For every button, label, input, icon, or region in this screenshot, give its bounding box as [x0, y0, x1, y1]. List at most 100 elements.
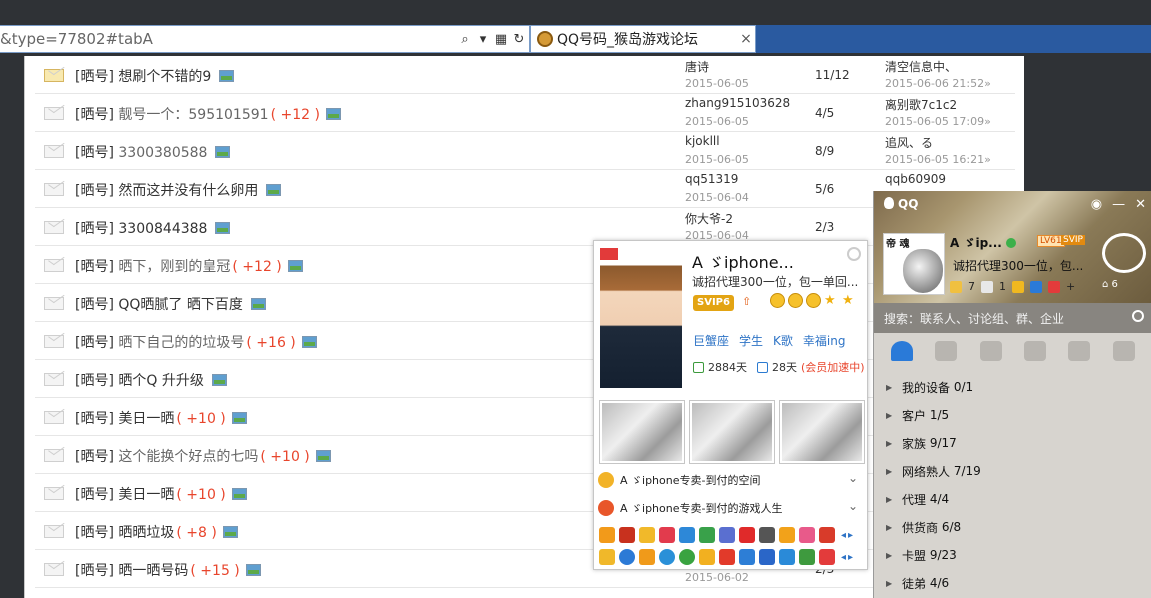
contact-group[interactable]: ▶ 客户 1/5 — [874, 401, 1151, 429]
search-icon[interactable] — [1132, 310, 1144, 322]
thread-title[interactable]: [晒号] 晒个Q 升升级 — [75, 370, 227, 390]
penguin-icon[interactable] — [599, 527, 615, 543]
contact-group[interactable]: ▶ 代理 4/4 — [874, 485, 1151, 513]
folder-icon[interactable] — [1012, 280, 1024, 293]
expand-arrow-icon[interactable]: ▶ — [886, 551, 902, 560]
expand-arrow-icon[interactable]: ▶ — [886, 467, 902, 476]
thread-title[interactable]: [晒号] 晒晒垃圾( +8 ) — [75, 522, 238, 542]
game-row[interactable]: A ゞiphone专卖-到付的游戏人生 ⌄ — [598, 496, 862, 520]
thread-title-text[interactable]: 晒下，刚到的皇冠 — [118, 259, 230, 275]
qzone-row[interactable]: A ゞiphone专卖-到付的空间 ⌄ — [598, 468, 862, 492]
thread-title[interactable]: [晒号] 晒下自己的的垃圾号( +16 ) — [75, 332, 317, 352]
thread-title[interactable]: [晒号] 想刷个不错的9 — [75, 66, 235, 86]
star-icon[interactable] — [599, 549, 615, 565]
diamond-pink-icon[interactable] — [799, 527, 815, 543]
thread-row[interactable]: [晒号] 3300380588 kjoklll 2015-06-05 8/9 追风、る 2… — [35, 132, 1015, 170]
thread-tag[interactable]: [晒号] — [75, 335, 114, 351]
thread-row[interactable]: [晒号] 晒一晒号码( +15 )2015-06-022/3 — [35, 550, 1015, 588]
search-circle-icon[interactable] — [659, 549, 675, 565]
thread-row[interactable]: [晒号] 晒下自己的的垃圾号( +16 ) — [35, 322, 1015, 360]
skin-icon[interactable]: ◉ — [1091, 197, 1102, 212]
last-post-date[interactable]: 2015-06-05 17:09» — [885, 115, 991, 128]
thread-title-text[interactable]: QQ晒腻了 晒下百度 — [118, 297, 243, 313]
graduation-icon[interactable] — [759, 549, 775, 565]
tab-star-icon[interactable] — [1024, 341, 1047, 361]
diamond-blue-icon[interactable] — [679, 527, 695, 543]
refresh-icon[interactable]: ↻ — [511, 29, 527, 49]
diamond-black-icon[interactable] — [759, 527, 775, 543]
star-icon[interactable] — [950, 280, 962, 293]
contact-group[interactable]: ▶ 我的设备 0/1 — [874, 373, 1151, 401]
tab-groups-icon[interactable] — [935, 341, 958, 361]
mail-icon[interactable] — [981, 280, 993, 293]
qq-nickname[interactable]: A ゞip... — [950, 234, 1016, 251]
thread-row[interactable]: [晒号] 晒下，刚到的皇冠( +12 ) — [35, 246, 1015, 284]
last-post-date[interactable]: 2015-06-06 21:52» — [885, 77, 991, 90]
online-status-icon[interactable] — [1005, 238, 1016, 248]
contact-group[interactable]: ▶ 网络熟人 7/19 — [874, 457, 1151, 485]
thread-tag[interactable]: [晒号] — [75, 107, 114, 123]
thread-title-text[interactable]: 晒晒垃圾 — [118, 525, 174, 541]
expand-arrow-icon[interactable]: ▶ — [886, 523, 902, 532]
thread-title-text[interactable]: 3300380588 — [118, 145, 207, 161]
thread-tag[interactable]: [晒号] — [75, 487, 114, 503]
notice-icon[interactable] — [819, 549, 835, 565]
expand-arrow-icon[interactable]: ▶ — [886, 411, 902, 420]
vip-badge[interactable]: SVIP6 — [693, 295, 734, 311]
contact-group[interactable]: ▶ 供货商 6/8 — [874, 513, 1151, 541]
last-post-date[interactable]: 2015-06-05 16:21» — [885, 153, 991, 166]
browser-tab[interactable]: QQ号码_猴岛游戏论坛 × — [530, 25, 756, 53]
thread-title[interactable]: [晒号] 然而这并没有什么卵用 — [75, 180, 282, 200]
thread-title-text[interactable]: 然而这并没有什么卵用 — [118, 183, 258, 199]
add-icon[interactable]: + — [1066, 280, 1075, 293]
thread-tag[interactable]: [晒号] — [75, 183, 114, 199]
edit-icon[interactable] — [779, 549, 795, 565]
thread-author[interactable]: 你大爷-2 — [685, 210, 733, 227]
diamond-green-icon[interactable] — [699, 527, 715, 543]
thread-row[interactable]: [晒号] 晒个Q 升升级 — [35, 360, 1015, 398]
thread-title-text[interactable]: 晒一晒号码 — [118, 563, 188, 579]
last-poster[interactable]: 清空信息中、 — [885, 58, 957, 75]
thread-tag[interactable]: [晒号] — [75, 69, 114, 85]
game-box-icon[interactable] — [719, 549, 735, 565]
thread-title[interactable]: [晒号] 3300380588 — [75, 142, 231, 162]
thread-row[interactable]: [晒号] 美日一晒( +10 ) — [35, 474, 1015, 512]
thread-title[interactable]: [晒号] 晒一晒号码( +15 ) — [75, 560, 261, 580]
last-poster[interactable]: 追风、る — [885, 134, 933, 151]
profile-avatar[interactable] — [600, 248, 682, 388]
help-icon[interactable] — [699, 549, 715, 565]
expand-arrow-icon[interactable]: ▶ — [886, 495, 902, 504]
penguin-red-icon[interactable] — [819, 527, 835, 543]
thread-tag[interactable]: [晒号] — [75, 221, 114, 237]
diamond-yellow-icon[interactable] — [639, 527, 655, 543]
chevron-down-icon[interactable]: ⌄ — [848, 471, 858, 485]
dropdown-icon[interactable]: ▾ — [475, 29, 491, 49]
thread-title-text[interactable]: 3300844388 — [118, 221, 207, 237]
thread-title-text[interactable]: 美日一晒 — [118, 411, 174, 427]
qq-avatar[interactable]: 帝 魂 — [883, 233, 945, 295]
expand-arrow-icon[interactable]: ▶ — [886, 383, 902, 392]
profile-tag[interactable]: 巨蟹座 — [693, 332, 729, 349]
weather-info[interactable]: ⌂ 6 — [1102, 279, 1118, 290]
thread-tag[interactable]: [晒号] — [75, 411, 114, 427]
thread-tag[interactable]: [晒号] — [75, 297, 114, 313]
last-poster[interactable]: 离别歌7c1c2 — [885, 96, 957, 113]
contact-group[interactable]: ▶ 家族 9/17 — [874, 429, 1151, 457]
thread-row[interactable]: [晒号] 靓号一个：595101591( +12 ) zhang915103628… — [35, 94, 1015, 132]
last-poster[interactable]: qqb60909 — [885, 172, 946, 186]
expand-arrow-icon[interactable]: ▶ — [886, 439, 902, 448]
thread-title-text[interactable]: 美日一晒 — [118, 487, 174, 503]
expand-arrow-icon[interactable]: ▶ — [886, 579, 902, 588]
thread-tag[interactable]: [晒号] — [75, 145, 114, 161]
thread-row[interactable]: [晒号] 晒晒垃圾( +8 ) — [35, 512, 1015, 550]
thread-title[interactable]: [晒号] 美日一晒( +10 ) — [75, 484, 247, 504]
thread-tag[interactable]: [晒号] — [75, 259, 114, 275]
thread-row[interactable]: [晒号] 美日一晒( +10 ) — [35, 398, 1015, 436]
thread-title[interactable]: [晒号] 3300844388 — [75, 218, 231, 238]
diamond-red-icon[interactable] — [659, 527, 675, 543]
search-icon[interactable]: ⌕ — [457, 29, 473, 49]
thread-title-text[interactable]: 靓号一个：595101591 — [118, 107, 268, 123]
thread-tag[interactable]: [晒号] — [75, 525, 114, 541]
scroll-arrows-icon[interactable]: ◂▸ — [841, 552, 855, 563]
thread-title[interactable]: [晒号] 晒下，刚到的皇冠( +12 ) — [75, 256, 303, 276]
